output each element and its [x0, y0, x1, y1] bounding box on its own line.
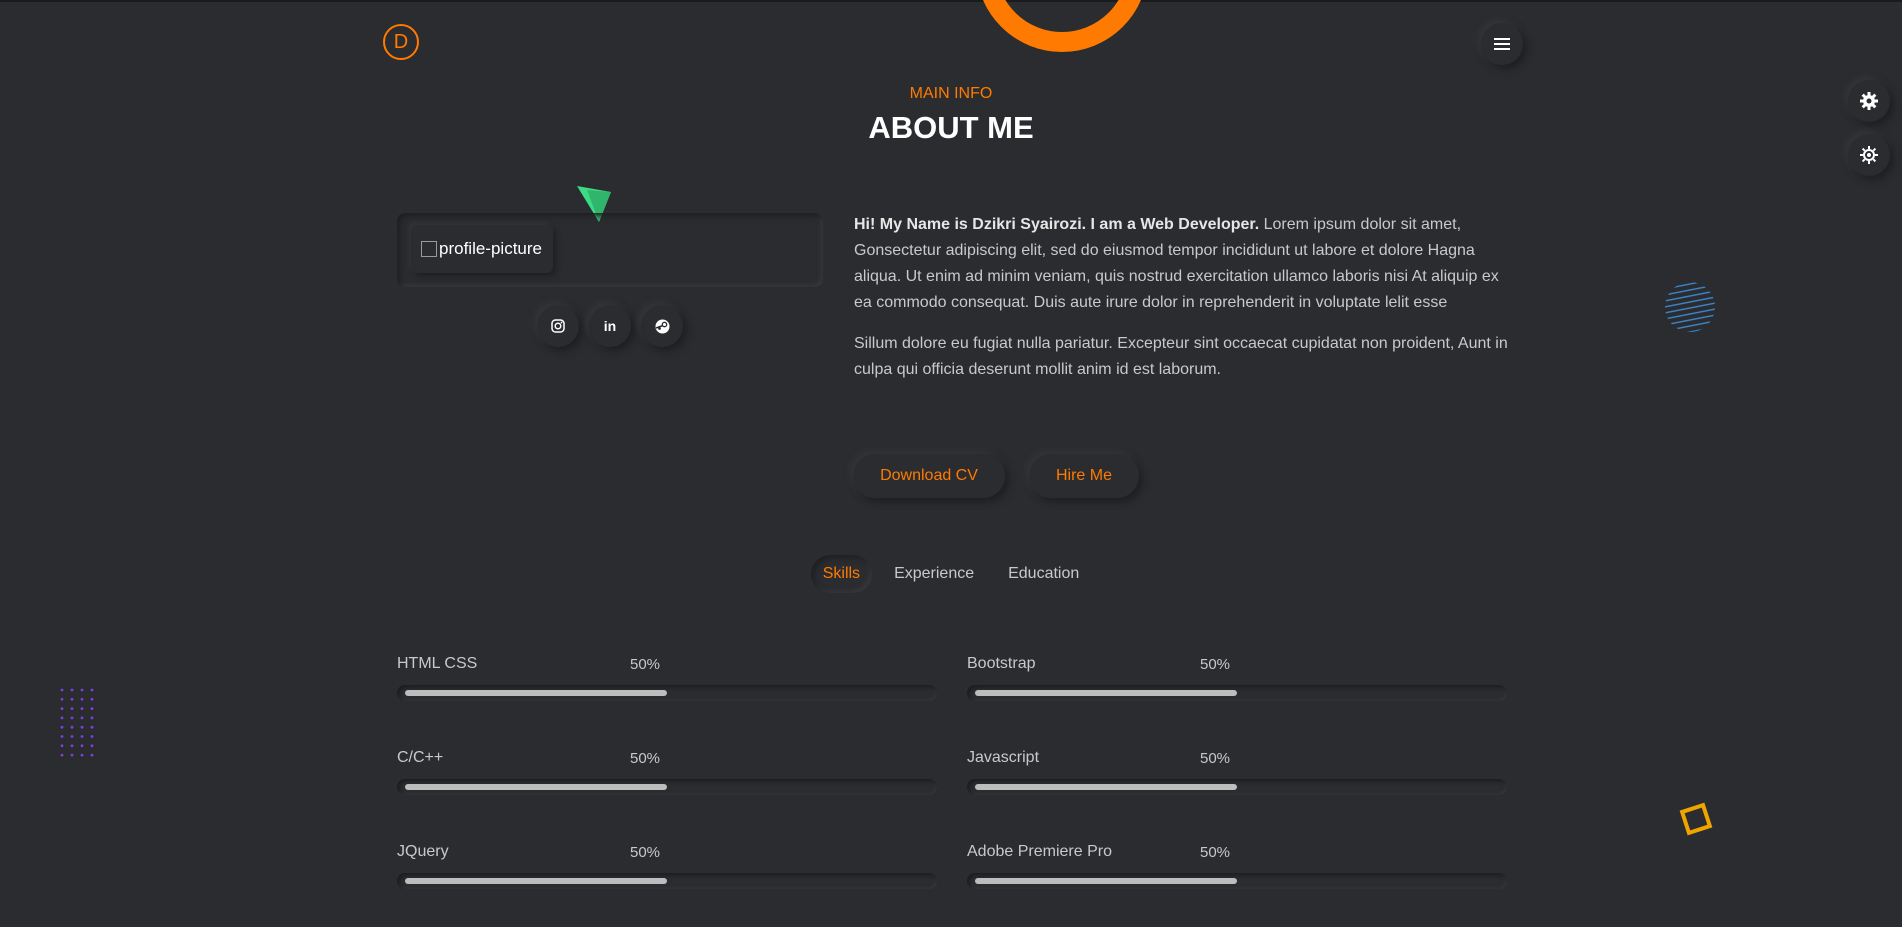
grid-dot — [70, 753, 74, 757]
steam-icon — [655, 319, 669, 333]
skill-percent: 50% — [630, 844, 661, 861]
grid-dot — [70, 725, 74, 729]
skill-item: Javascript 50% — [967, 749, 1507, 809]
grid-dot — [60, 735, 64, 738]
download-cv-button[interactable]: Download CV — [853, 454, 1005, 498]
linkedin-link[interactable]: in — [589, 305, 631, 347]
skill-percent: 50% — [630, 750, 661, 767]
skill-progress-fill — [975, 784, 1237, 790]
grid-dot — [90, 753, 94, 757]
instagram-icon — [551, 319, 565, 333]
skill-percent: 50% — [630, 656, 661, 673]
grid-dot — [80, 753, 84, 757]
grid-dot — [80, 716, 84, 720]
skill-progress-fill — [975, 690, 1237, 696]
skill-progress-track — [397, 873, 937, 889]
skill-item: Bootstrap 50% — [967, 655, 1507, 715]
skill-progress-fill — [975, 878, 1237, 884]
top-border — [0, 0, 1902, 2]
grid-dot — [80, 744, 84, 748]
grid-dot — [70, 735, 74, 738]
skill-progress-track — [397, 685, 937, 701]
tab-education[interactable]: Education — [996, 555, 1091, 593]
grid-dot — [80, 725, 84, 729]
grid-dot — [90, 725, 94, 729]
info-tabs: Skills Experience Education — [0, 555, 1902, 593]
menu-button[interactable] — [1481, 23, 1523, 65]
grid-dot — [60, 688, 64, 692]
logo-letter: D — [393, 30, 409, 53]
about-paragraph-2: Sillum dolore eu fugiat nulla pariatur. … — [854, 335, 1508, 378]
hamburger-menu-icon — [1494, 38, 1510, 50]
grid-dot — [80, 688, 84, 692]
tab-skills[interactable]: Skills — [811, 555, 872, 593]
profile-picture-alt: profile-picture — [439, 239, 542, 258]
skill-item: Adobe Premiere Pro 50% — [967, 843, 1507, 903]
skill-name: Bootstrap — [967, 655, 1036, 672]
grid-dot — [60, 725, 64, 729]
about-intro-bold: Hi! My Name is Dzikri Syairozi. I am a W… — [854, 216, 1260, 233]
decorative-dot-grid — [60, 688, 94, 757]
grid-dot — [60, 753, 64, 757]
decorative-square — [1679, 802, 1713, 836]
grid-dot — [70, 688, 74, 692]
grid-dot — [60, 716, 64, 720]
grid-dot — [90, 744, 94, 748]
grid-dot — [60, 744, 64, 748]
broken-image-icon — [421, 241, 437, 257]
steam-link[interactable] — [641, 305, 683, 347]
skill-percent: 50% — [1200, 656, 1231, 673]
grid-dot — [60, 697, 64, 701]
decorative-striped-circle — [1665, 282, 1715, 332]
about-paragraph-1: Hi! My Name is Dzikri Syairozi. I am a W… — [854, 212, 1514, 316]
grid-dot — [70, 744, 74, 748]
skill-item: C/C++ 50% — [397, 749, 937, 809]
grid-dot — [90, 697, 94, 701]
tab-experience[interactable]: Experience — [882, 555, 986, 593]
skill-name: HTML CSS — [397, 655, 478, 672]
skill-name: C/C++ — [397, 749, 444, 766]
grid-dot — [60, 707, 64, 710]
skill-item: JQuery 50% — [397, 843, 937, 903]
skill-percent: 50% — [1200, 844, 1231, 861]
grid-dot — [90, 735, 94, 738]
grid-dot — [90, 716, 94, 720]
linkedin-icon: in — [603, 318, 617, 334]
skill-name: JQuery — [397, 843, 449, 860]
grid-dot — [90, 688, 94, 692]
skill-progress-fill — [405, 878, 667, 884]
grid-dot — [90, 707, 94, 710]
profile-picture: profile-picture — [411, 225, 553, 273]
skill-progress-track — [397, 779, 937, 795]
skill-progress-fill — [405, 690, 667, 696]
grid-dot — [70, 707, 74, 710]
hire-me-button[interactable]: Hire Me — [1029, 454, 1139, 498]
skill-item: HTML CSS 50% — [397, 655, 937, 715]
skill-name: Javascript — [967, 749, 1040, 766]
skill-progress-track — [967, 685, 1507, 701]
site-logo[interactable]: D — [383, 24, 419, 60]
skill-progress-track — [967, 873, 1507, 889]
skill-progress-fill — [405, 784, 667, 790]
sun-icon — [1860, 146, 1878, 164]
section-title: ABOUT ME — [868, 110, 1034, 145]
grid-dot — [80, 707, 84, 710]
skill-percent: 50% — [1200, 750, 1231, 767]
skill-progress-track — [967, 779, 1507, 795]
grid-dot — [70, 697, 74, 701]
grid-dot — [80, 697, 84, 701]
grid-dot — [70, 716, 74, 720]
grid-dot — [80, 735, 84, 738]
section-subtitle: MAIN INFO — [909, 85, 993, 102]
skill-name: Adobe Premiere Pro — [967, 843, 1112, 860]
profile-picture-frame: profile-picture — [397, 213, 823, 287]
decorative-orange-ring — [976, 0, 1148, 52]
about-text: Hi! My Name is Dzikri Syairozi. I am a W… — [854, 212, 1514, 398]
instagram-link[interactable] — [537, 305, 579, 347]
